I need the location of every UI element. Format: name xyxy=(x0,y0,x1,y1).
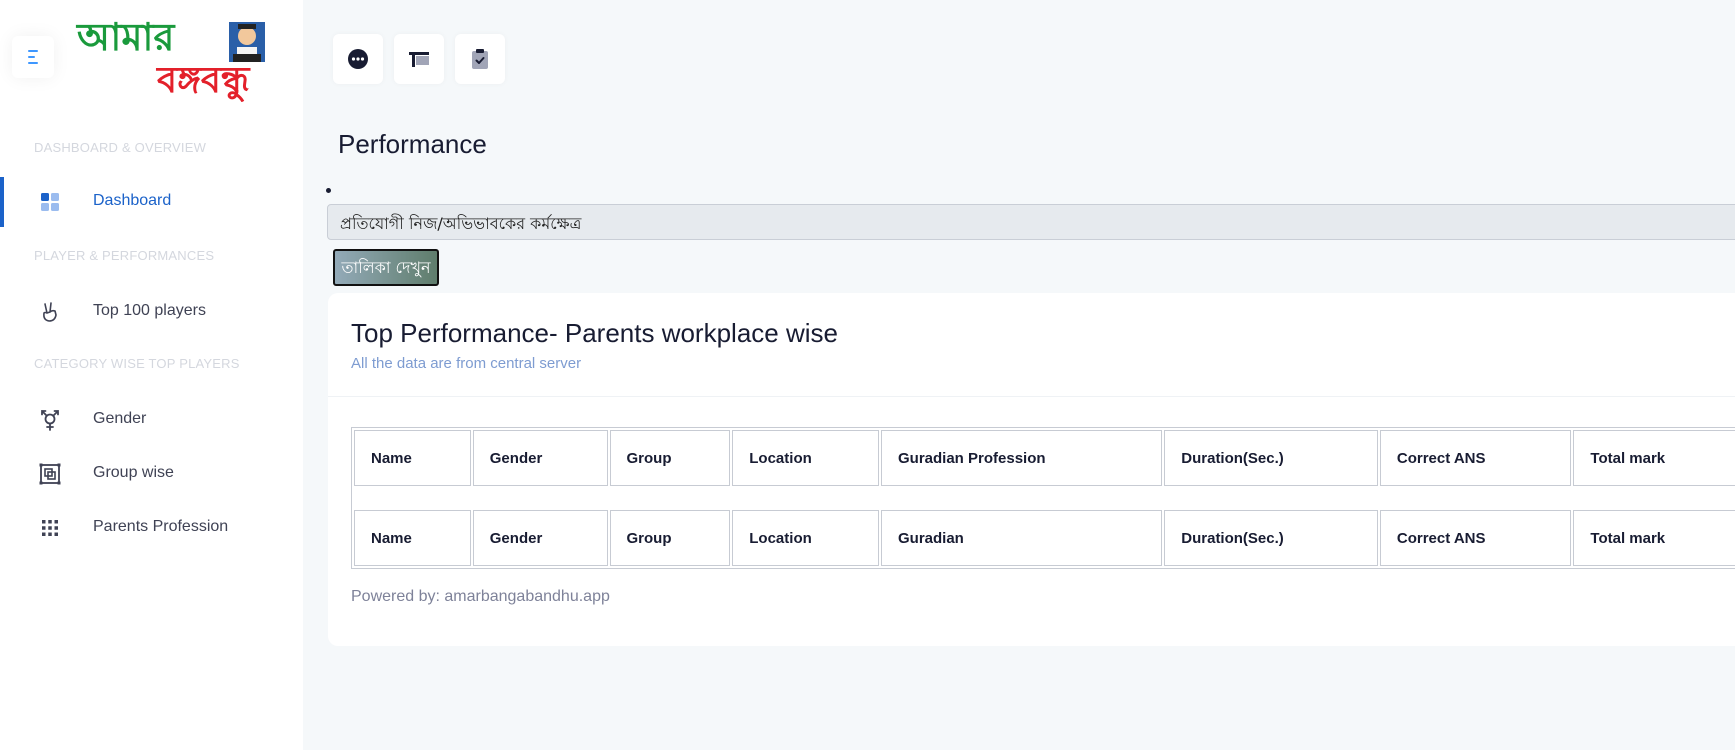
pin-flag-icon xyxy=(409,52,429,67)
chat-button[interactable] xyxy=(333,34,383,84)
dashboard-grid-icon xyxy=(41,193,59,211)
column-footer-total-mark: Total mark xyxy=(1573,510,1735,566)
pin-button[interactable] xyxy=(394,34,444,84)
table-header-row: Name Gender Group Location Guradian Prof… xyxy=(354,430,1735,486)
section-label-category: CATEGORY WISE TOP PLAYERS xyxy=(34,356,240,371)
clipboard-button[interactable] xyxy=(455,34,505,84)
sidebar-item-dashboard[interactable]: Dashboard xyxy=(0,177,303,227)
sidebar-item-label: Top 100 players xyxy=(93,302,206,319)
column-header-correct-ans: Correct ANS xyxy=(1379,430,1572,486)
column-header-name: Name xyxy=(354,430,471,486)
section-label-dashboard: DASHBOARD & OVERVIEW xyxy=(34,140,207,155)
table-footer-row: Name Gender Group Location Guradian Dura… xyxy=(354,510,1735,566)
dots-grid-icon xyxy=(42,520,58,536)
column-header-group: Group xyxy=(609,430,731,486)
gender-icon xyxy=(41,410,59,431)
column-header-gender: Gender xyxy=(472,430,608,486)
hand-victory-icon xyxy=(43,302,57,322)
section-label-players: PLAYER & PERFORMANCES xyxy=(34,248,215,263)
column-footer-name: Name xyxy=(354,510,471,566)
workplace-select[interactable]: প্রতিযোগী নিজ/অভিভাবকের কর্মক্ষেত্র xyxy=(327,204,1735,240)
column-footer-gender: Gender xyxy=(472,510,608,566)
powered-by-text: Powered by: amarbangabandhu.app xyxy=(351,588,610,605)
card-title: Top Performance- Parents workplace wise xyxy=(351,318,838,348)
performance-card: Top Performance- Parents workplace wise … xyxy=(328,293,1735,646)
hamburger-line xyxy=(28,62,38,64)
logo-graphic: আমার বঙ্গবন্ধু xyxy=(75,15,265,103)
menu-toggle-button[interactable] xyxy=(12,36,54,78)
column-header-total-mark: Total mark xyxy=(1573,430,1735,486)
list-bullet xyxy=(326,188,331,193)
portrait-icon xyxy=(229,22,265,62)
logo-text-bottom: বঙ্গবন্ধু xyxy=(155,60,251,102)
table-spacer-row xyxy=(354,488,1735,508)
card-divider xyxy=(328,396,1735,397)
column-footer-duration: Duration(Sec.) xyxy=(1164,510,1378,566)
page-title: Performance xyxy=(338,129,487,159)
active-indicator xyxy=(0,177,4,227)
app-logo[interactable]: আমার বঙ্গবন্ধু xyxy=(75,15,290,103)
sidebar-item-label: Gender xyxy=(93,410,147,427)
sidebar-item-gender[interactable]: Gender xyxy=(0,395,303,445)
logo-text-top: আমার xyxy=(75,16,175,59)
column-header-guardian-profession: Guradian Profession xyxy=(881,430,1163,486)
group-square-icon xyxy=(39,463,61,485)
clipboard-check-icon xyxy=(472,49,488,69)
chat-dots-icon xyxy=(348,49,368,69)
sidebar-item-group-wise[interactable]: Group wise xyxy=(0,449,303,499)
sidebar-item-label: Parents Profession xyxy=(93,518,229,535)
sidebar-item-top-100-players[interactable]: Top 100 players xyxy=(0,287,303,337)
view-list-button[interactable]: তালিকা দেখুন xyxy=(333,249,439,286)
performance-table: Name Gender Group Location Guradian Prof… xyxy=(351,427,1735,569)
sidebar-item-parents-profession[interactable]: Parents Profession xyxy=(0,503,303,553)
hamburger-line xyxy=(28,50,38,52)
sidebar: আমার বঙ্গবন্ধু DASHBOARD & OVERVIEW Dash… xyxy=(0,0,303,750)
sidebar-item-label: Dashboard xyxy=(93,192,172,209)
sidebar-item-label: Group wise xyxy=(93,464,174,481)
column-footer-location: Location xyxy=(732,510,879,566)
card-subtitle: All the data are from central server xyxy=(351,355,582,372)
hamburger-line xyxy=(28,56,35,58)
column-footer-correct-ans: Correct ANS xyxy=(1379,510,1572,566)
column-footer-guardian: Guradian xyxy=(881,510,1163,566)
column-header-location: Location xyxy=(732,430,879,486)
column-footer-group: Group xyxy=(609,510,731,566)
column-header-duration: Duration(Sec.) xyxy=(1164,430,1378,486)
